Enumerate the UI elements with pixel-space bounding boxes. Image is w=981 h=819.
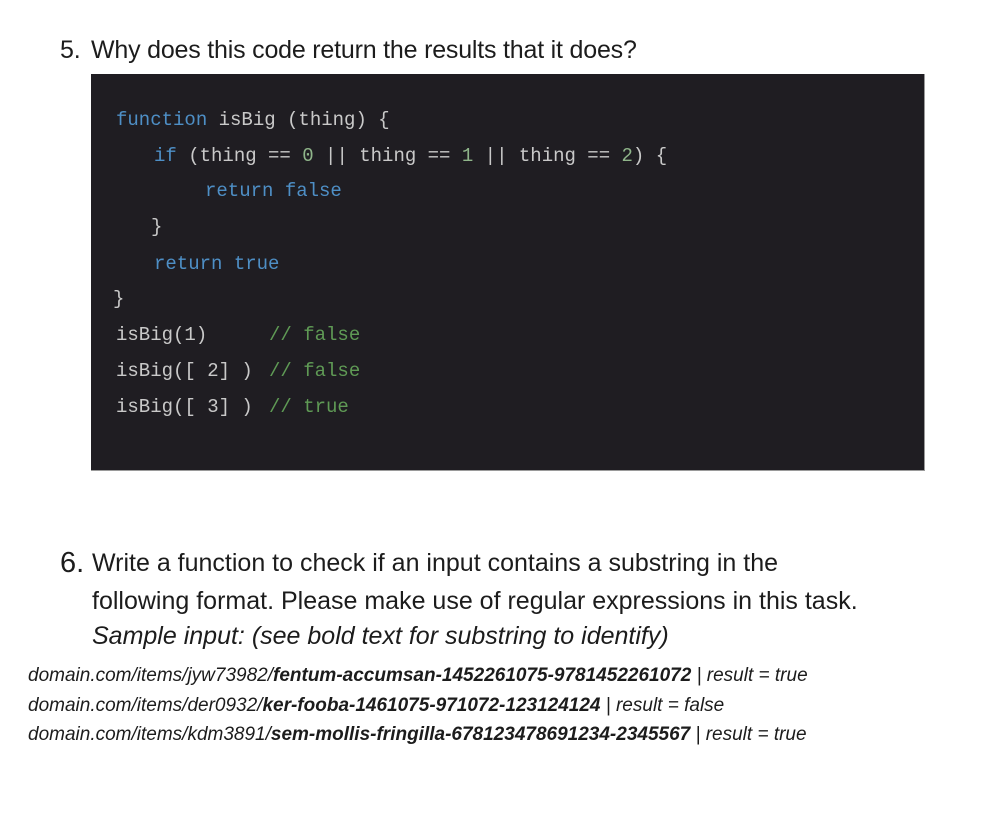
sample-row: domain.com/items/jyw73982/fentum-accumsa… [28,661,808,691]
question-6-body: Write a function to check if an input co… [92,544,952,652]
sample-row: domain.com/items/kdm3891/sem-mollis-frin… [28,720,808,750]
code-line-7: isBig(1) [116,324,207,346]
code-line-6: } [113,288,124,310]
sample-label: Sample input: (see bold text for substri… [92,622,669,650]
question-text-line: Write a function to check if an input co… [92,549,779,577]
code-text: } [113,288,125,310]
sample-result: | result = true [690,724,807,745]
sample-prefix: domain.com/items/kdm3891/ [28,724,271,745]
keyword: function [116,109,208,131]
sample-list: domain.com/items/jyw73982/fentum-accumsa… [28,661,808,750]
question-text-line: following format. Please make use of reg… [92,587,858,615]
sample-substring: sem-mollis-fringilla-678123478691234-234… [270,724,691,745]
code-line-4: } [151,216,162,238]
code-comment: // false [269,324,361,346]
code-text: (thing == [176,145,303,167]
question-text: Why does this code return the results th… [91,36,637,64]
code-text: ) { [632,145,668,167]
keyword: if [154,145,177,167]
sample-prefix: domain.com/items/der0932/ [28,694,263,716]
code-comment: // false [269,360,361,382]
sample-result: | result = false [600,694,725,716]
code-line-9: isBig([ 3] ) [116,396,253,418]
sample-substring: ker-fooba-1461075-971072-123124124 [262,694,601,716]
code-line-5: return true [154,253,279,275]
code-line-8: isBig([ 2] ) [116,360,253,382]
question-5-heading: 5. Why does this code return the results … [60,36,637,65]
code-line-1: function isBig (thing) { [116,109,390,131]
sample-result: | result = true [691,665,808,686]
number-literal: 2 [621,145,633,167]
question-number: 5. [60,36,81,64]
sample-substring: fentum-accumsan-1452261075-9781452261072 [273,665,692,686]
keyword: return false [205,180,342,202]
function-call: isBig(1) [116,324,208,346]
sample-row: domain.com/items/der0932/ker-fooba-14610… [28,691,808,721]
code-text: isBig (thing) { [207,109,390,131]
function-call: isBig([ 2] ) [116,360,253,382]
code-line-2: if (thing == 0 || thing == 1 || thing ==… [154,145,667,167]
function-call: isBig([ 3] ) [116,396,253,418]
sample-prefix: domain.com/items/jyw73982/ [28,665,273,686]
question-number: 6. [60,547,85,579]
keyword: return true [154,253,280,275]
code-block: function isBig (thing) { if (thing == 0 … [91,74,925,471]
number-literal: 1 [461,145,474,167]
code-comment: // true [269,396,349,418]
code-text: || thing == [473,145,622,167]
code-line-3: return false [205,180,342,202]
code-text: } [151,216,163,238]
number-literal: 0 [302,145,314,167]
code-text: || thing == [313,145,462,167]
